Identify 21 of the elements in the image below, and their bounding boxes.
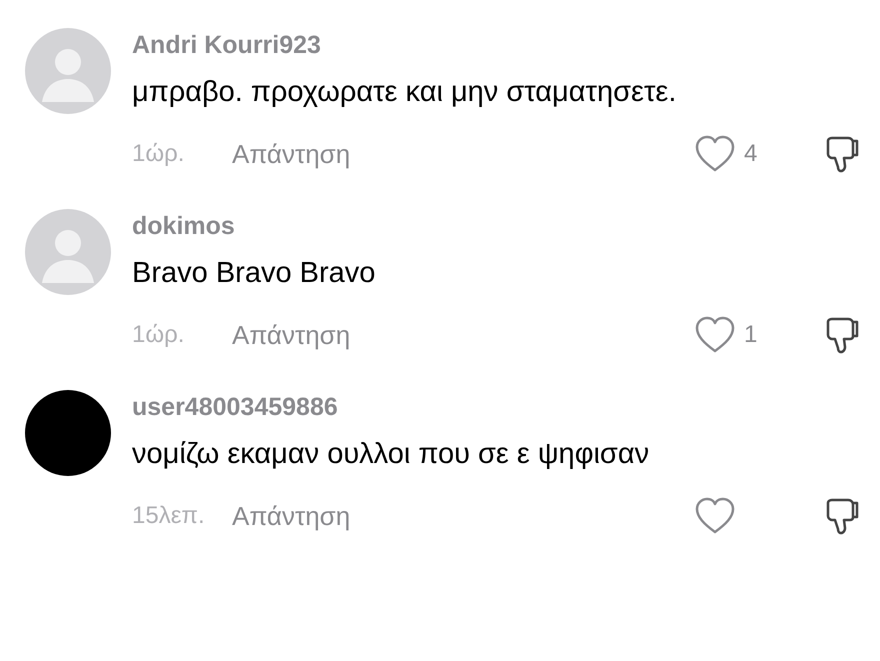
comment-text: μπραβο. προχωρατε και μην σταματησετε. — [132, 75, 676, 110]
comment-text: νομίζω εκαμαν ουλλοι που σε ε ψηφισαν — [132, 437, 650, 472]
timestamp: 15λεπ. — [132, 501, 206, 531]
heart-icon[interactable] — [694, 497, 736, 535]
reply-link[interactable]: Απάντηση — [232, 134, 350, 174]
timestamp: 1ώρ. — [132, 320, 186, 350]
thumbs-down-icon[interactable] — [824, 135, 860, 173]
thumbs-down-icon[interactable] — [824, 316, 860, 354]
heart-icon[interactable] — [694, 316, 736, 354]
username[interactable]: dokimos — [132, 209, 235, 243]
like-count: 1 — [744, 320, 758, 350]
heart-icon[interactable] — [694, 135, 736, 173]
reply-link[interactable]: Απάντηση — [232, 496, 350, 536]
reply-link[interactable]: Απάντηση — [232, 316, 350, 354]
thumbs-down-icon[interactable] — [824, 497, 860, 535]
timestamp: 1ώρ. — [132, 139, 186, 169]
like-count: 4 — [744, 139, 758, 169]
username[interactable]: Andri Kourri923 — [132, 28, 321, 62]
username[interactable]: user48003459886 — [132, 390, 338, 424]
comment-text: Bravo Bravo Bravo — [132, 256, 376, 291]
avatar[interactable] — [25, 390, 111, 476]
